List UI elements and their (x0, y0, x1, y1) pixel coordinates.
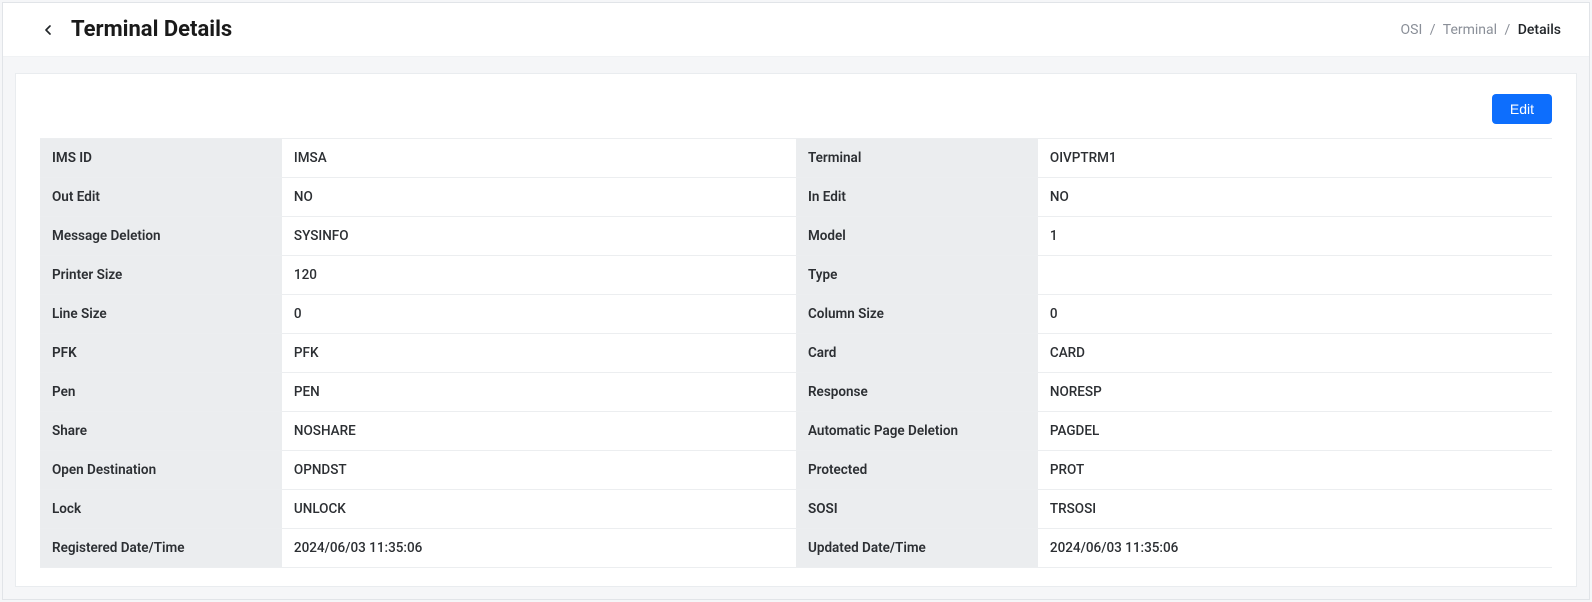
value-cell: PROT (1038, 451, 1552, 490)
label-cell: Terminal (796, 139, 1038, 178)
label-cell: Lock (40, 490, 282, 529)
value-cell: 0 (1038, 295, 1552, 334)
value-cell: NORESP (1038, 373, 1552, 412)
label-cell: Response (796, 373, 1038, 412)
value-cell: IMSA (282, 139, 796, 178)
back-icon[interactable] (39, 21, 57, 39)
label-cell: Registered Date/Time (40, 529, 282, 568)
value-cell: CARD (1038, 334, 1552, 373)
label-cell: IMS ID (40, 139, 282, 178)
label-cell: Automatic Page Deletion (796, 412, 1038, 451)
value-cell: 2024/06/03 11:35:06 (1038, 529, 1552, 568)
header-left: Terminal Details (39, 17, 232, 42)
value-cell: PEN (282, 373, 796, 412)
breadcrumb-osi[interactable]: OSI (1401, 22, 1423, 38)
table-row: IMS ID IMSA Terminal OIVPTRM1 (40, 139, 1552, 178)
table-row: Lock UNLOCK SOSI TRSOSI (40, 490, 1552, 529)
breadcrumb-sep: / (1505, 22, 1511, 38)
value-cell: 0 (282, 295, 796, 334)
toolbar: Edit (40, 94, 1552, 124)
page-wrapper: Terminal Details OSI / Terminal / Detail… (2, 2, 1590, 600)
label-cell: Printer Size (40, 256, 282, 295)
value-cell: OIVPTRM1 (1038, 139, 1552, 178)
table-row: Out Edit NO In Edit NO (40, 178, 1552, 217)
breadcrumb: OSI / Terminal / Details (1401, 22, 1561, 38)
table-row: Printer Size 120 Type (40, 256, 1552, 295)
value-cell: NO (282, 178, 796, 217)
details-table: IMS ID IMSA Terminal OIVPTRM1 Out Edit N… (40, 138, 1552, 568)
value-cell: 2024/06/03 11:35:06 (282, 529, 796, 568)
value-cell: 120 (282, 256, 796, 295)
value-cell: NOSHARE (282, 412, 796, 451)
label-cell: SOSI (796, 490, 1038, 529)
value-cell (1038, 256, 1552, 295)
label-cell: Type (796, 256, 1038, 295)
value-cell: UNLOCK (282, 490, 796, 529)
table-row: Share NOSHARE Automatic Page Deletion PA… (40, 412, 1552, 451)
table-row: Line Size 0 Column Size 0 (40, 295, 1552, 334)
label-cell: In Edit (796, 178, 1038, 217)
page-title: Terminal Details (71, 17, 232, 42)
table-row: PFK PFK Card CARD (40, 334, 1552, 373)
label-cell: Pen (40, 373, 282, 412)
value-cell: PFK (282, 334, 796, 373)
label-cell: Protected (796, 451, 1038, 490)
value-cell: NO (1038, 178, 1552, 217)
label-cell: Message Deletion (40, 217, 282, 256)
table-row: Open Destination OPNDST Protected PROT (40, 451, 1552, 490)
content-wrapper: Edit IMS ID IMSA Terminal OIVPTRM1 Out E… (3, 57, 1589, 599)
content-panel: Edit IMS ID IMSA Terminal OIVPTRM1 Out E… (15, 73, 1577, 587)
label-cell: Updated Date/Time (796, 529, 1038, 568)
label-cell: Model (796, 217, 1038, 256)
breadcrumb-terminal[interactable]: Terminal (1443, 22, 1497, 38)
label-cell: Open Destination (40, 451, 282, 490)
table-row: Message Deletion SYSINFO Model 1 (40, 217, 1552, 256)
page-header: Terminal Details OSI / Terminal / Detail… (3, 3, 1589, 57)
value-cell: PAGDEL (1038, 412, 1552, 451)
table-row: Pen PEN Response NORESP (40, 373, 1552, 412)
breadcrumb-sep: / (1430, 22, 1436, 38)
label-cell: Card (796, 334, 1038, 373)
value-cell: 1 (1038, 217, 1552, 256)
table-row: Registered Date/Time 2024/06/03 11:35:06… (40, 529, 1552, 568)
label-cell: Share (40, 412, 282, 451)
value-cell: OPNDST (282, 451, 796, 490)
breadcrumb-details: Details (1518, 22, 1561, 38)
label-cell: PFK (40, 334, 282, 373)
label-cell: Line Size (40, 295, 282, 334)
label-cell: Out Edit (40, 178, 282, 217)
edit-button[interactable]: Edit (1492, 94, 1552, 124)
value-cell: TRSOSI (1038, 490, 1552, 529)
value-cell: SYSINFO (282, 217, 796, 256)
label-cell: Column Size (796, 295, 1038, 334)
